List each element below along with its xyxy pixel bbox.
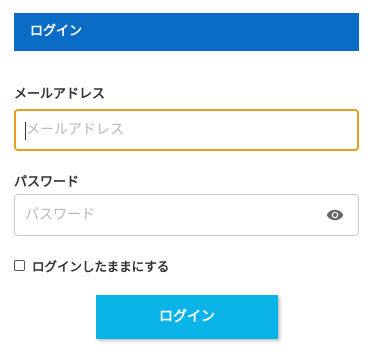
login-header: ログイン: [14, 13, 359, 51]
show-password-toggle: [326, 209, 344, 221]
email-field-wrapper: [14, 109, 359, 151]
password-label: パスワード: [14, 175, 80, 190]
email-label: メールアドレス: [14, 87, 106, 102]
email-input[interactable]: [16, 111, 306, 149]
password-field-wrapper: [14, 194, 359, 236]
text-caret: [25, 122, 26, 140]
remember-me-checkbox[interactable]: [14, 259, 25, 271]
remember-me-row[interactable]: ログインしたままにする: [14, 256, 169, 274]
login-panel: ログイン メールアドレス パスワード ログインしたままにする ログイン: [0, 0, 374, 358]
password-input[interactable]: [15, 195, 305, 235]
eye-icon[interactable]: [326, 207, 344, 223]
login-button[interactable]: ログイン: [96, 295, 278, 339]
login-header-title: ログイン: [30, 24, 83, 39]
remember-me-label[interactable]: ログインしたままにする: [32, 256, 169, 275]
